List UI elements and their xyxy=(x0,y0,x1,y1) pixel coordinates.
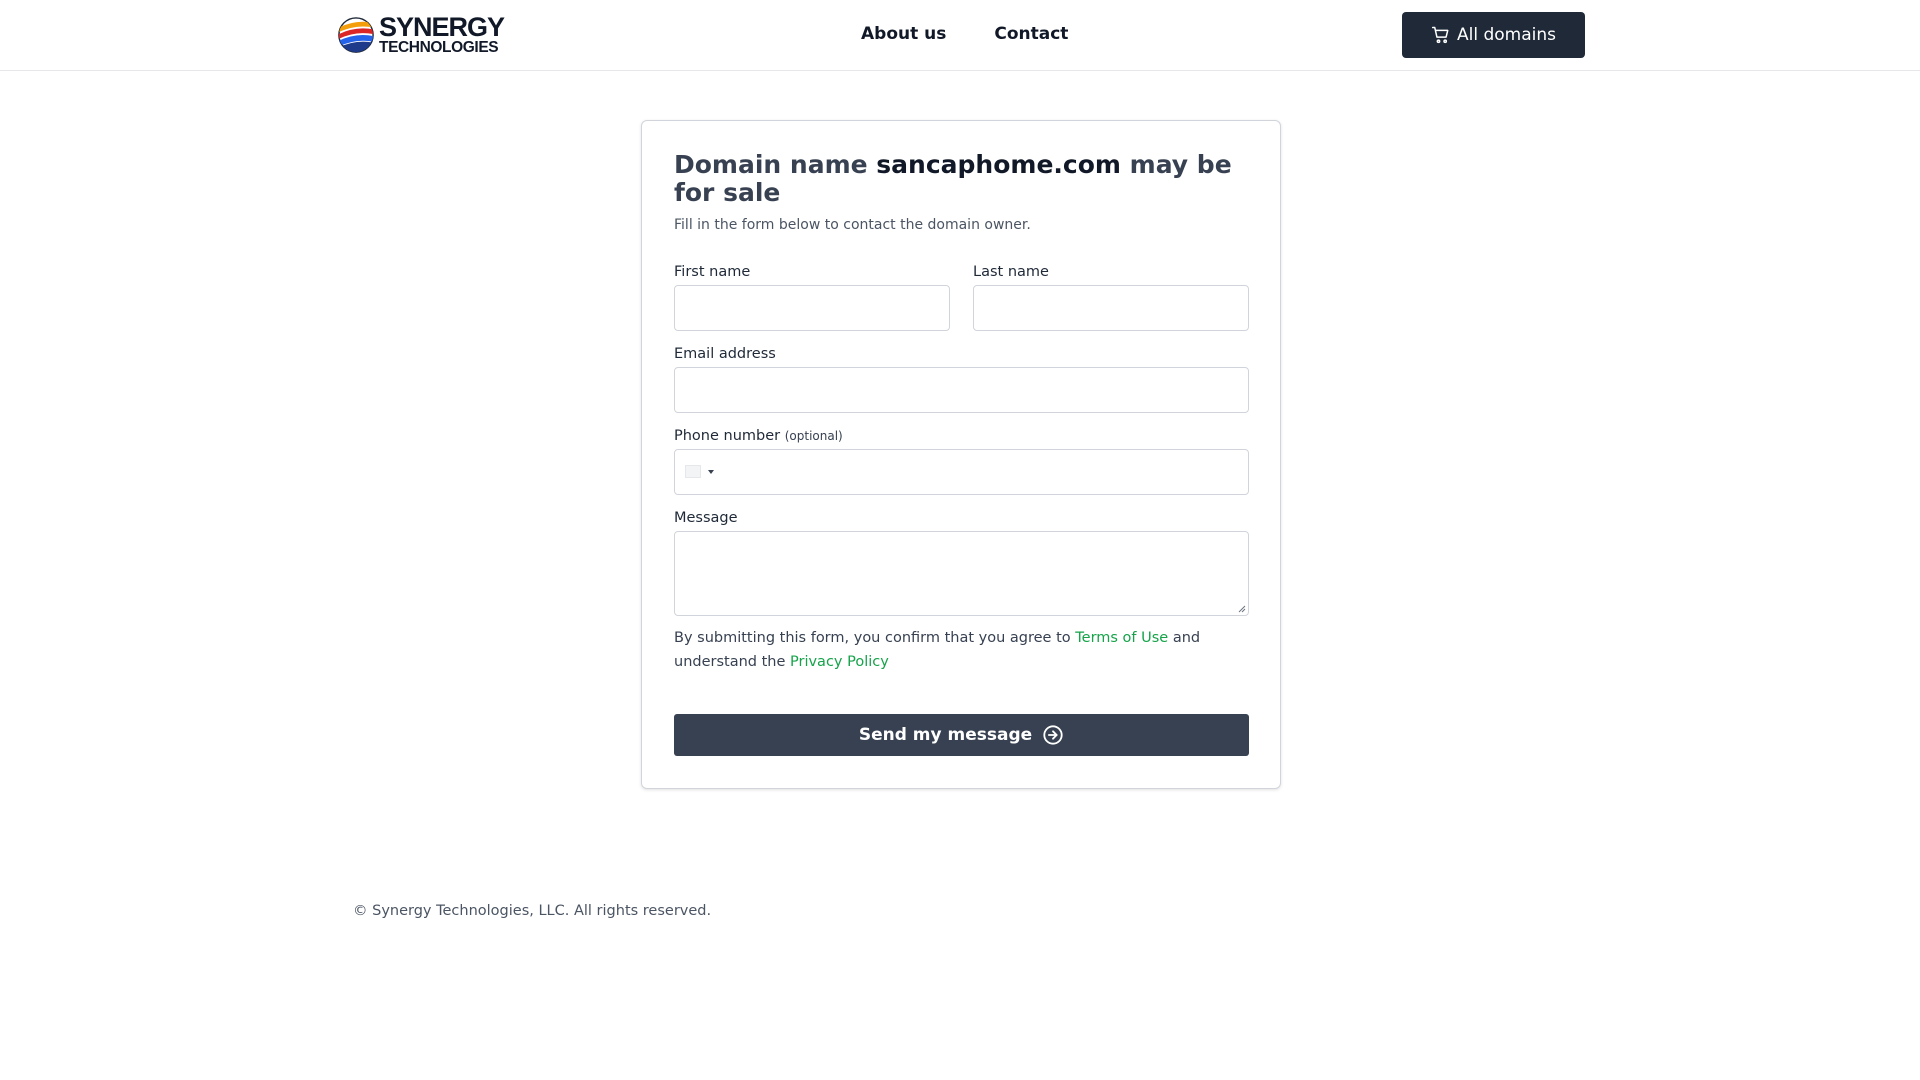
site-header: SYNERGY TECHNOLOGIES About us Contact Al… xyxy=(0,0,1920,71)
all-domains-button[interactable]: All domains xyxy=(1402,12,1585,58)
nav-about-us[interactable]: About us xyxy=(861,24,946,44)
all-domains-label: All domains xyxy=(1456,25,1556,45)
last-name-input[interactable] xyxy=(973,285,1249,331)
main-nav: About us Contact xyxy=(861,24,1068,44)
first-name-label: First name xyxy=(674,264,751,280)
email-label: Email address xyxy=(674,346,776,362)
page-title: Domain name sancaphome.com may be for sa… xyxy=(674,151,1254,207)
phone-input[interactable] xyxy=(674,449,1249,495)
globe-logo-icon xyxy=(338,17,374,53)
logo-line-technologies: TECHNOLOGIES xyxy=(379,39,499,57)
nav-contact[interactable]: Contact xyxy=(994,24,1068,44)
title-prefix: Domain name xyxy=(674,150,877,179)
consent-text: By submitting this form, you confirm tha… xyxy=(674,626,1234,674)
domain-name: sancaphome.com xyxy=(876,150,1121,179)
arrow-right-circle-icon xyxy=(1043,725,1063,745)
country-flag-icon[interactable] xyxy=(685,465,701,478)
cart-icon xyxy=(1431,26,1449,44)
send-message-button[interactable]: Send my message xyxy=(674,714,1249,756)
contact-form-card: Domain name sancaphome.com may be for sa… xyxy=(641,120,1281,789)
resize-handle-icon[interactable] xyxy=(1238,605,1246,613)
page-subtitle: Fill in the form below to contact the do… xyxy=(674,217,1031,233)
email-input[interactable] xyxy=(674,367,1249,413)
footer-copyright: © Synergy Technologies, LLC. All rights … xyxy=(353,903,712,919)
logo-line-synergy: SYNERGY xyxy=(379,12,505,43)
caret-down-icon[interactable] xyxy=(708,470,714,474)
last-name-label: Last name xyxy=(973,264,1049,280)
consent-part1: By submitting this form, you confirm tha… xyxy=(674,630,1076,646)
message-label: Message xyxy=(674,510,738,526)
phone-optional-note: (optional) xyxy=(784,429,843,443)
send-message-label: Send my message xyxy=(858,725,1033,745)
terms-of-use-link[interactable]: Terms of Use xyxy=(1075,630,1168,646)
privacy-policy-link[interactable]: Privacy Policy xyxy=(790,654,889,670)
message-textarea[interactable] xyxy=(674,531,1249,616)
first-name-input[interactable] xyxy=(674,285,950,331)
phone-label: Phone number (optional) xyxy=(674,428,843,444)
logo-wordmark: SYNERGY TECHNOLOGIES xyxy=(379,12,505,57)
synergy-logo[interactable]: SYNERGY TECHNOLOGIES xyxy=(337,12,505,57)
phone-label-text: Phone number xyxy=(674,428,781,444)
